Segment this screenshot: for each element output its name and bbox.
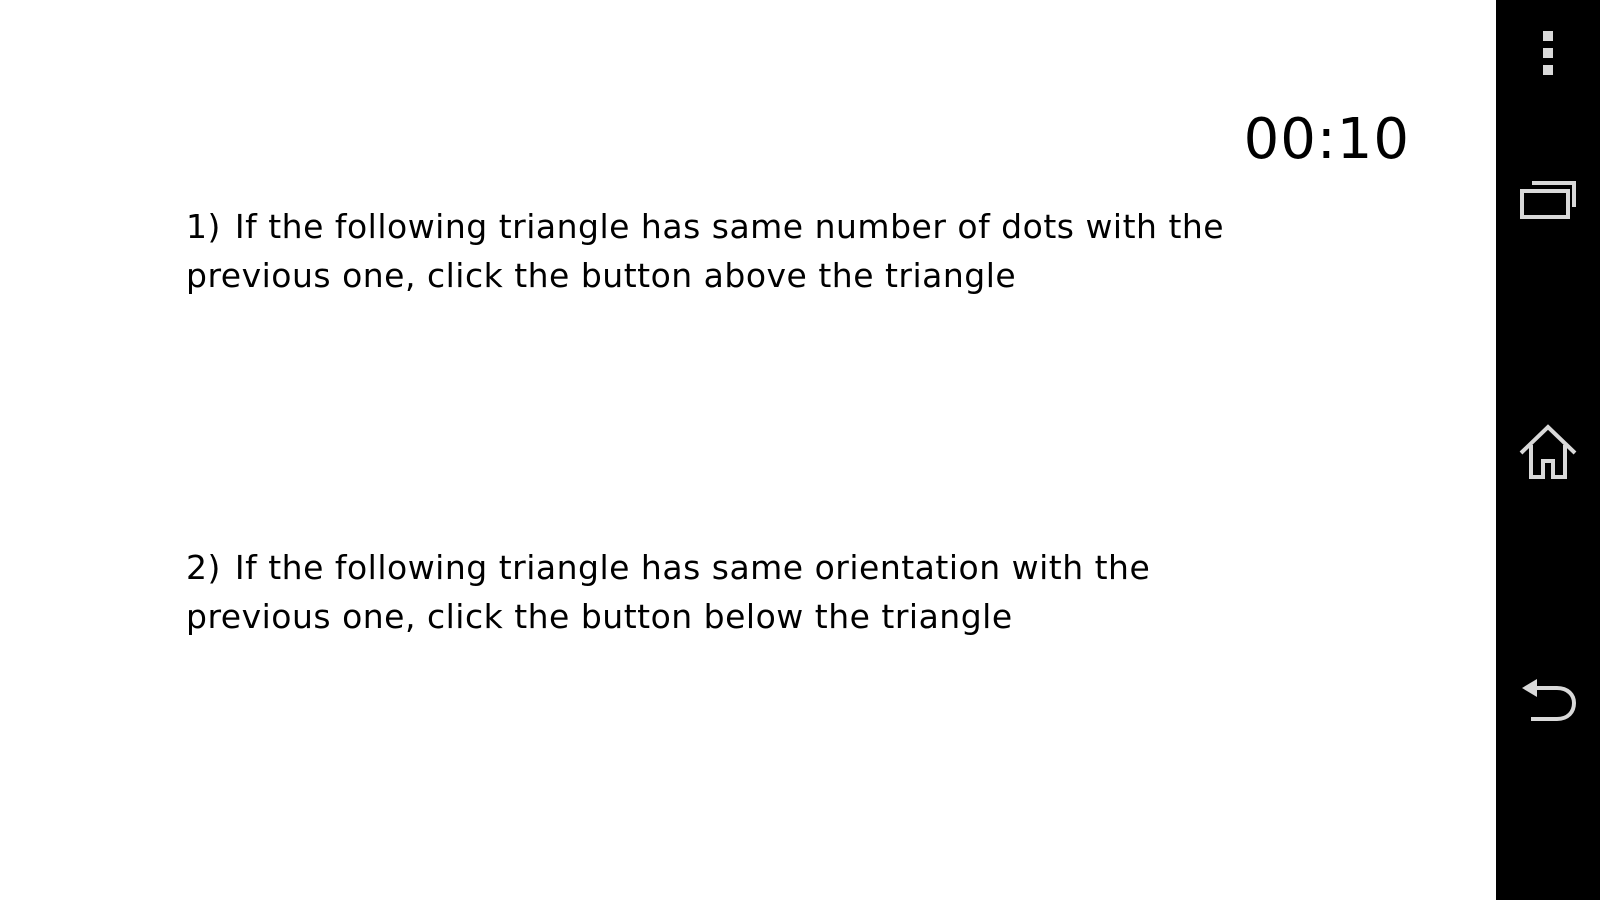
- back-button[interactable]: [1496, 655, 1600, 745]
- instruction-1: 1) If the following triangle has same num…: [186, 202, 1346, 300]
- system-navigation-bar: [1496, 0, 1600, 900]
- instruction-2-number: 2): [186, 548, 221, 587]
- instruction-1-line-1: 1) If the following triangle has same num…: [186, 202, 1346, 251]
- back-icon: [1522, 679, 1577, 721]
- home-icon: [1519, 424, 1577, 479]
- overflow-menu-icon: [1543, 31, 1553, 75]
- instruction-2-line-1: 2) If the following triangle has same ori…: [186, 543, 1346, 592]
- instruction-1-number: 1): [186, 207, 221, 246]
- app-screen: 00:10 1) If the following triangle has sa…: [0, 0, 1600, 900]
- recent-apps-button[interactable]: [1496, 155, 1600, 245]
- home-button[interactable]: [1496, 406, 1600, 496]
- instruction-2-text-1: If the following triangle has same orien…: [234, 548, 1151, 587]
- instruction-2: 2) If the following triangle has same ori…: [186, 543, 1346, 641]
- instruction-1-text-2: previous one, click the button above the…: [186, 256, 1017, 295]
- countdown-timer: 00:10: [1243, 107, 1410, 172]
- recent-apps-icon: [1520, 181, 1576, 219]
- instruction-2-text-2: previous one, click the button below the…: [186, 597, 1013, 636]
- instruction-1-text-1: If the following triangle has same numbe…: [234, 207, 1225, 246]
- game-area[interactable]: 00:10 1) If the following triangle has sa…: [0, 0, 1496, 900]
- overflow-menu-button[interactable]: [1496, 8, 1600, 98]
